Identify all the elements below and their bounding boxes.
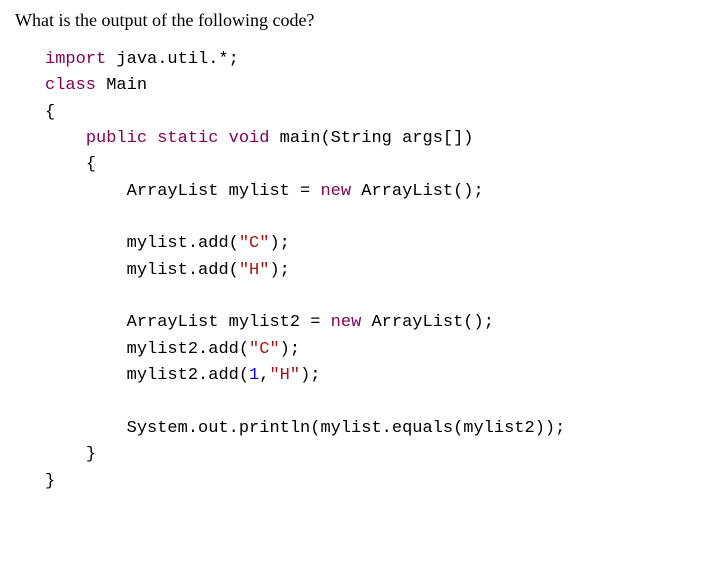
string-literal: "C" (239, 234, 270, 253)
number-literal: 1 (249, 366, 259, 385)
code-text: ArrayList mylist2 = (127, 313, 331, 332)
keyword-new: new (320, 182, 351, 201)
code-text: mylist.add( (127, 261, 239, 280)
keyword-import: import (45, 50, 106, 69)
question-text: What is the output of the following code… (15, 10, 697, 31)
code-text: ); (269, 261, 289, 280)
code-text: ); (300, 366, 320, 385)
keyword-static: static (157, 129, 218, 148)
brace: { (86, 155, 96, 174)
brace: } (86, 445, 96, 464)
code-text: ArrayList(); (351, 182, 484, 201)
code-text: mylist2.add( (127, 366, 249, 385)
keyword-new: new (331, 313, 362, 332)
code-text: , (259, 366, 269, 385)
code-text: java.util.*; (106, 50, 239, 69)
keyword-public: public (86, 129, 147, 148)
code-text: ArrayList(); (361, 313, 494, 332)
brace: } (45, 472, 55, 491)
string-literal: "C" (249, 340, 280, 359)
string-literal: "H" (239, 261, 270, 280)
code-text: main(String args[]) (269, 129, 473, 148)
keyword-class: class (45, 76, 96, 95)
code-text: mylist.add( (127, 234, 239, 253)
brace: { (45, 103, 55, 122)
code-text: ArrayList mylist = (127, 182, 321, 201)
code-text: ); (269, 234, 289, 253)
code-text: System.out.println(mylist.equals(mylist2… (127, 419, 566, 438)
code-block: import java.util.*; class Main { public … (15, 47, 697, 495)
code-text: ); (280, 340, 300, 359)
keyword-void: void (229, 129, 270, 148)
code-text: mylist2.add( (127, 340, 249, 359)
code-text: Main (96, 76, 147, 95)
string-literal: "H" (269, 366, 300, 385)
